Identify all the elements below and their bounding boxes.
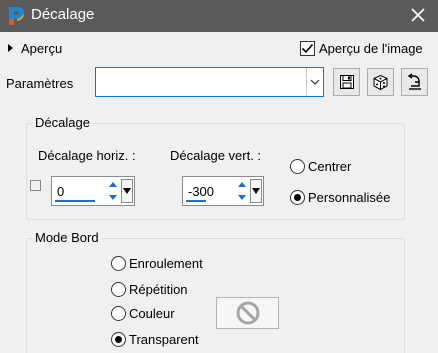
expand-arrow-icon (8, 44, 13, 52)
dice-icon (373, 74, 388, 90)
edge-transparent-radio[interactable]: Transparent (111, 332, 199, 347)
radio-circle[interactable] (111, 282, 126, 297)
radio-circle[interactable] (111, 256, 126, 271)
reset-button[interactable] (401, 68, 428, 96)
preset-dropdown[interactable] (95, 67, 324, 97)
preset-dropdown-button[interactable] (306, 68, 323, 96)
increment-arrow[interactable] (236, 179, 248, 190)
reset-icon (407, 73, 421, 90)
title-bar: Décalage (0, 0, 438, 32)
randomize-button[interactable] (367, 68, 394, 96)
horizontal-offset-label: Décalage horiz. : (38, 148, 136, 163)
offset-group-title: Décalage (32, 115, 93, 130)
radio-circle[interactable] (111, 306, 126, 321)
chevron-down-icon (310, 79, 320, 85)
save-preset-button[interactable] (333, 68, 360, 96)
increment-arrow[interactable] (107, 179, 119, 190)
window-title: Décalage (31, 6, 95, 23)
radio-circle[interactable] (290, 159, 305, 174)
preview-image-label: Aperçu de l'image (319, 40, 423, 56)
checkbox-box[interactable] (300, 40, 315, 56)
horizontal-offset-menu-button[interactable] (121, 179, 133, 203)
offset-center-label: Centrer (308, 159, 352, 174)
offset-center-radio[interactable]: Centrer (290, 159, 351, 174)
preview-toggle[interactable]: Aperçu (8, 39, 62, 57)
close-icon (411, 7, 425, 25)
offset-custom-radio[interactable]: Personnalisée (290, 190, 390, 205)
edge-color-swatch[interactable] (216, 297, 279, 329)
edge-wrap-radio[interactable]: Enroulement (111, 256, 203, 271)
no-color-icon (236, 301, 259, 325)
radio-circle-selected[interactable] (111, 332, 126, 347)
decrement-arrow[interactable] (236, 192, 248, 203)
down-arrow-icon (109, 195, 117, 200)
app-logo-icon (6, 5, 26, 27)
value-slider-bar[interactable] (55, 200, 95, 202)
up-arrow-icon (238, 182, 246, 187)
edge-transparent-label: Transparent (129, 332, 199, 347)
vertical-offset-label: Décalage vert. : (170, 148, 262, 163)
edge-mode-group (26, 238, 405, 353)
offset-dialog: Décalage Aperçu Aperçu de l'image Paramè… (0, 0, 438, 353)
edge-repeat-radio[interactable]: Répétition (111, 282, 188, 297)
edge-repeat-label: Répétition (129, 282, 188, 297)
checkmark-icon (301, 43, 314, 53)
dropdown-triangle-icon (252, 188, 260, 194)
horizontal-offset-value[interactable]: 0 (57, 184, 64, 199)
edge-mode-group-title: Mode Bord (32, 230, 102, 245)
dropdown-triangle-icon (123, 188, 131, 194)
radio-circle-selected[interactable] (290, 190, 305, 205)
value-slider-bar[interactable] (186, 200, 206, 202)
offset-custom-label: Personnalisée (308, 190, 391, 205)
edge-color-radio[interactable]: Couleur (111, 306, 175, 321)
vertical-offset-value[interactable]: -300 (188, 184, 214, 199)
preview-image-checkbox[interactable]: Aperçu de l'image (300, 39, 423, 57)
vertical-offset-spinbox[interactable]: -300 (182, 176, 264, 206)
edge-wrap-label: Enroulement (129, 256, 203, 271)
horizontal-offset-spinbox[interactable]: 0 (51, 176, 135, 206)
params-label: Paramètres (6, 76, 74, 91)
save-icon (339, 75, 354, 89)
down-arrow-icon (238, 195, 246, 200)
close-button[interactable] (398, 0, 438, 32)
preview-toggle-label: Aperçu (21, 40, 63, 56)
edge-color-label: Couleur (129, 306, 175, 321)
vertical-offset-menu-button[interactable] (250, 179, 262, 203)
up-arrow-icon (109, 182, 117, 187)
link-offsets-checkbox[interactable] (30, 180, 41, 191)
decrement-arrow[interactable] (107, 192, 119, 203)
